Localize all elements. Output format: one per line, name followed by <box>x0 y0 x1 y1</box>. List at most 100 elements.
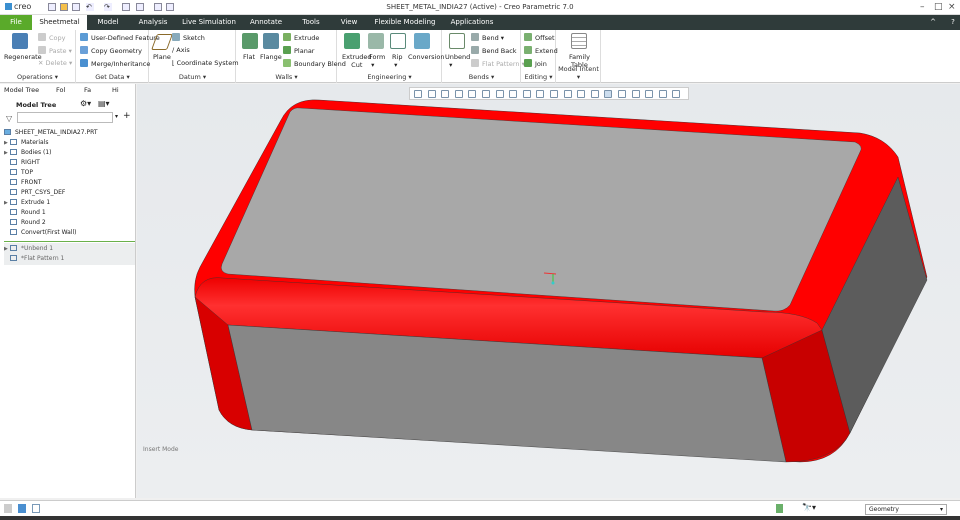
join-button[interactable]: Join <box>524 59 547 68</box>
offset-button[interactable]: Offset <box>524 33 555 42</box>
tab-applications[interactable]: Applications <box>446 15 498 30</box>
show-icon[interactable]: ▤▾ <box>98 99 110 108</box>
tree-root[interactable]: SHEET_METAL_INDIA27.PRT <box>4 129 98 136</box>
delete-button[interactable]: ✕ Delete ▾ <box>38 59 72 67</box>
filter-icon[interactable]: ▽ <box>6 114 12 123</box>
regen-status-icon[interactable] <box>776 504 783 513</box>
extruded-cut-button[interactable]: Extruded Cut <box>342 53 372 69</box>
tree-item[interactable]: PRT_CSYS_DEF <box>4 189 65 196</box>
sketch-button[interactable]: Sketch <box>172 33 205 42</box>
flange-button[interactable]: Flange <box>260 53 282 61</box>
tab-model-tree[interactable]: Model Tree <box>4 86 39 97</box>
tab-file[interactable]: File <box>0 15 32 30</box>
fullscreen-icon[interactable] <box>32 504 40 513</box>
tree-search-input[interactable] <box>17 112 113 123</box>
plane-button[interactable]: Plane <box>153 53 171 61</box>
toggle-navigator-icon[interactable] <box>4 504 12 513</box>
feature-icon <box>10 169 17 175</box>
regenerate-button[interactable]: Regenerate <box>4 53 42 61</box>
extruded-cut-icon <box>344 33 360 49</box>
selection-filter[interactable]: Geometry ▾ <box>865 504 947 515</box>
family-table-icon <box>571 33 587 49</box>
bends-label[interactable]: Bends ▾ <box>443 73 520 81</box>
tree-item[interactable]: FRONT <box>4 179 42 186</box>
graphics-viewport[interactable]: Insert Mode <box>137 84 960 498</box>
tab-flexible-modeling[interactable]: Flexible Modeling <box>372 15 438 30</box>
tree-item[interactable]: ▶ *Unbend 1 <box>4 245 53 252</box>
tab-folder-browser[interactable]: Fol <box>56 86 65 97</box>
extend-button[interactable]: Extend <box>524 46 558 55</box>
tree-item[interactable]: TOP <box>4 169 33 176</box>
group-engineering: Extruded Cut Form ▾ Rip ▾ Conversion Engi… <box>338 30 444 83</box>
tab-model[interactable]: Model <box>88 15 128 30</box>
axis-button[interactable]: / Axis <box>172 46 190 54</box>
tab-view[interactable]: View <box>336 15 362 30</box>
tree-item[interactable]: *Flat Pattern 1 <box>4 255 64 262</box>
group-operations: Regenerate Copy Paste ▾ ✕ Delete ▾ Opera… <box>0 30 76 83</box>
datum-label[interactable]: Datum ▾ <box>150 73 235 81</box>
tree-item[interactable]: ▶ Extrude 1 <box>4 199 50 206</box>
ribbon: Regenerate Copy Paste ▾ ✕ Delete ▾ Opera… <box>0 30 960 83</box>
walls-label[interactable]: Walls ▾ <box>237 73 336 81</box>
tree-item[interactable]: ▶ Bodies (1) <box>4 149 52 156</box>
maximize-button[interactable]: □ <box>934 2 943 12</box>
model-tree-panel: Model Tree Fol Fa Hi Model Tree ⚙▾ ▤▾ ▽ … <box>0 84 136 498</box>
conversion-icon <box>414 33 430 49</box>
tab-favorites[interactable]: Fa <box>84 86 91 97</box>
part-icon <box>4 129 11 135</box>
tree-item[interactable]: RIGHT <box>4 159 40 166</box>
feature-icon <box>10 209 17 215</box>
tab-tools[interactable]: Tools <box>296 15 326 30</box>
insert-indicator[interactable] <box>4 241 135 242</box>
flat-pattern-button[interactable]: Flat Pattern ▾ <box>471 59 525 68</box>
get-data-label[interactable]: Get Data ▾ <box>77 73 148 81</box>
operations-label[interactable]: Operations ▾ <box>0 73 75 81</box>
tab-history[interactable]: Hi <box>112 86 119 97</box>
udf-button[interactable]: User-Defined Feature <box>80 33 160 42</box>
conversion-button[interactable]: Conversion <box>408 53 444 61</box>
delete-icon: ✕ <box>38 59 46 67</box>
minimize-button[interactable]: – <box>920 2 925 12</box>
add-icon[interactable]: + <box>123 111 131 121</box>
search-dropdown-icon[interactable]: ▾ <box>115 113 118 120</box>
bend-button[interactable]: Bend ▾ <box>471 33 504 42</box>
tab-sheetmetal[interactable]: Sheetmetal <box>32 15 87 30</box>
rip-button[interactable]: Rip ▾ <box>392 53 402 69</box>
extrude-button[interactable]: Extrude <box>283 33 319 42</box>
status-bar: 🔭▾ Geometry ▾ <box>0 500 960 516</box>
group-editing: Offset Extend Join Editing ▾ <box>522 30 558 83</box>
copy-geometry-button[interactable]: Copy Geometry <box>80 46 142 55</box>
find-icon[interactable]: 🔭▾ <box>802 503 816 512</box>
boundary-blend-button[interactable]: Boundary Blend <box>283 59 346 68</box>
engineering-label[interactable]: Engineering ▾ <box>338 73 441 81</box>
editing-label[interactable]: Editing ▾ <box>522 73 555 81</box>
mode-indicator: Insert Mode <box>143 446 179 453</box>
paste-button[interactable]: Paste ▾ <box>38 46 72 55</box>
coordinate-system-button[interactable]: ⌊ Coordinate System <box>172 59 239 67</box>
planar-button[interactable]: Planar <box>283 46 314 55</box>
feature-icon <box>10 255 17 261</box>
title-bar: creo ↶ ↷ SHEET_METAL_INDIA27 (Active) - … <box>0 0 960 15</box>
unbend-button[interactable]: Unbend ▾ <box>445 53 470 69</box>
browser-icon[interactable] <box>18 504 26 513</box>
tab-analysis[interactable]: Analysis <box>132 15 174 30</box>
collapse-ribbon-icon[interactable]: ^ <box>928 15 938 30</box>
copy-button[interactable]: Copy <box>38 33 66 42</box>
tree-item[interactable]: Round 2 <box>4 219 46 226</box>
form-button[interactable]: Form ▾ <box>369 53 385 69</box>
regenerate-icon <box>12 33 28 49</box>
tree-item[interactable]: Round 1 <box>4 209 46 216</box>
help-icon[interactable]: ? <box>948 15 958 30</box>
bend-back-button[interactable]: Bend Back <box>471 46 517 55</box>
close-button[interactable]: × <box>948 2 956 12</box>
tab-annotate[interactable]: Annotate <box>246 15 286 30</box>
merge-inheritance-button[interactable]: Merge/Inheritance <box>80 59 150 68</box>
tree-settings-icon[interactable]: ⚙▾ <box>80 99 91 108</box>
flat-button[interactable]: Flat <box>243 53 255 61</box>
tree-item[interactable]: ▶ Materials <box>4 139 49 146</box>
sheet-metal-model[interactable] <box>137 84 960 498</box>
udf-icon <box>80 33 88 41</box>
tab-live-simulation[interactable]: Live Simulation <box>180 15 238 30</box>
model-intent-label[interactable]: Model Intent ▾ <box>557 65 600 81</box>
tree-item[interactable]: Convert(First Wall) <box>4 229 77 236</box>
